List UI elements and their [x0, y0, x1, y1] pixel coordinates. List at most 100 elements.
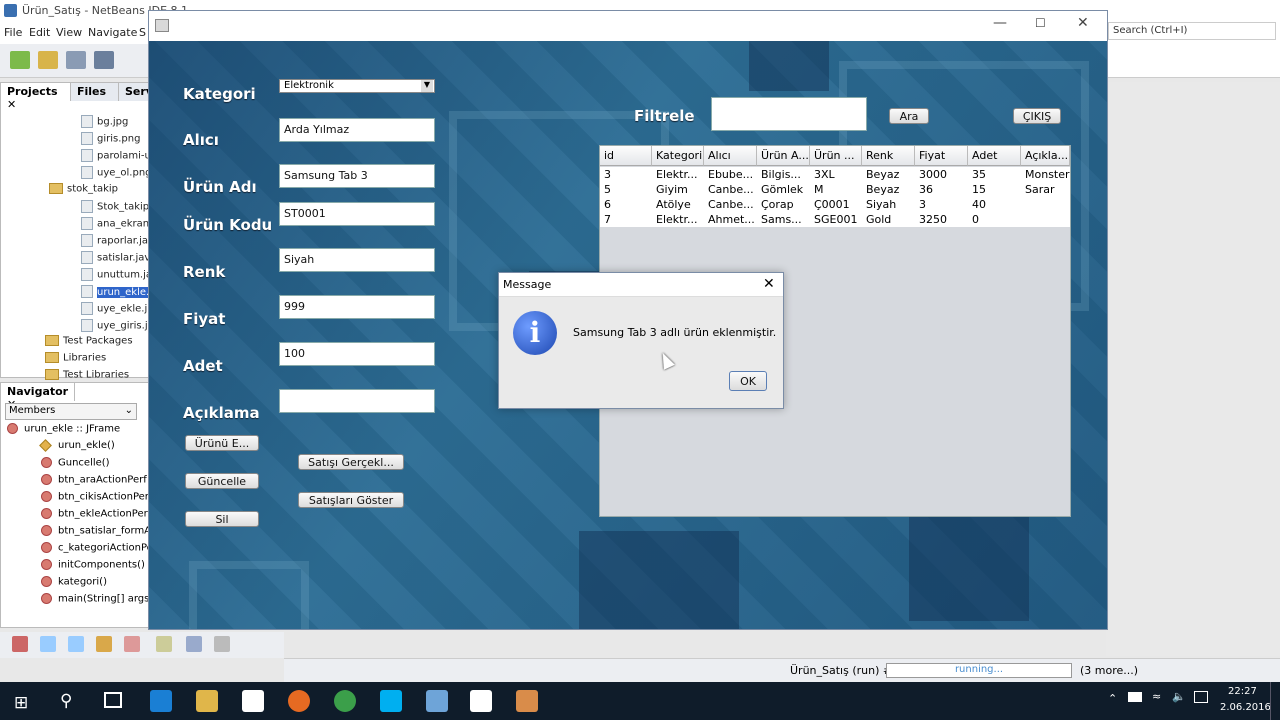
inherited-icon[interactable]	[124, 636, 140, 652]
table-cell[interactable]: 36	[915, 182, 968, 197]
satisi-gerceklestir-button[interactable]: Satışı Gerçekl...	[298, 454, 404, 470]
navigator-item[interactable]: c_kategoriActionPe	[41, 542, 153, 559]
tree-item[interactable]: bg.jpg	[81, 115, 128, 132]
table-cell[interactable]: Bilgis...	[757, 167, 810, 182]
table-cell[interactable]: 15	[968, 182, 1021, 197]
urun-adi-input[interactable]: Samsung Tab 3	[279, 164, 435, 188]
table-cell[interactable]: M	[810, 182, 862, 197]
close-icon[interactable]: ✕	[7, 98, 16, 111]
menu-file[interactable]: File	[4, 26, 22, 39]
navigator-item[interactable]: kategori()	[41, 576, 107, 593]
navigator-item[interactable]: main(String[] args)	[41, 593, 153, 610]
table-cell[interactable]: Elektr...	[652, 212, 704, 227]
menu-edit[interactable]: Edit	[29, 26, 50, 39]
navigator-item[interactable]: btn_cikisActionPer	[41, 491, 149, 508]
tab-files[interactable]: Files	[71, 83, 119, 101]
urunu-ekle-button[interactable]: Ürünü E...	[185, 435, 259, 451]
battery-icon[interactable]	[1128, 692, 1142, 702]
firefox-icon[interactable]	[288, 690, 310, 712]
tree-item[interactable]: uye_ol.png	[81, 166, 152, 183]
table-cell[interactable]: Sams...	[757, 212, 810, 227]
navigator-item[interactable]: Guncelle()	[41, 457, 110, 474]
table-cell[interactable]: Gold	[862, 212, 915, 227]
table-cell[interactable]: 3	[600, 167, 652, 182]
sort-alpha-icon[interactable]	[186, 636, 202, 652]
table-cell[interactable]: Ahmet...	[704, 212, 757, 227]
tree-item[interactable]: Stok_takip	[81, 200, 149, 217]
table-cell[interactable]: 3XL	[810, 167, 862, 182]
table-column-header[interactable]: Renk	[862, 146, 915, 166]
tree-item[interactable]: ana_ekran	[81, 217, 149, 234]
camtasia-icon[interactable]	[470, 690, 492, 712]
table-column-header[interactable]: Açıkla...	[1021, 146, 1070, 166]
volume-icon[interactable]: 🔈	[1172, 690, 1186, 703]
aciklama-input[interactable]	[279, 389, 435, 413]
tree-item[interactable]: uye_ekle.j	[81, 302, 147, 319]
navigator-item[interactable]: btn_araActionPerf	[41, 474, 147, 491]
table-cell[interactable]: 5	[600, 182, 652, 197]
fiyat-input[interactable]: 999	[279, 295, 435, 319]
sil-button[interactable]: Sil	[185, 511, 259, 527]
guncelle-button[interactable]: Güncelle	[185, 473, 259, 489]
edge-icon[interactable]	[150, 690, 172, 712]
app-minimize-icon[interactable]: —	[993, 15, 1007, 31]
filtrele-input[interactable]	[711, 97, 867, 131]
table-column-header[interactable]: id	[600, 146, 652, 166]
table-cell[interactable]: 35	[968, 167, 1021, 182]
filter-fields-icon[interactable]	[40, 636, 56, 652]
menu-view[interactable]: View	[56, 26, 82, 39]
more-tasks-link[interactable]: (3 more...)	[1080, 664, 1138, 677]
table-column-header[interactable]: Ürün ...	[810, 146, 862, 166]
tree-item[interactable]: unuttum.ja	[81, 268, 152, 285]
new-file-icon[interactable]	[10, 51, 30, 69]
navigator-item[interactable]: btn_ekleActionPer	[41, 508, 148, 525]
app-close-icon[interactable]: ✕	[1077, 15, 1089, 31]
filter-icon[interactable]	[12, 636, 28, 652]
table-cell[interactable]	[1021, 197, 1070, 212]
renk-input[interactable]: Siyah	[279, 248, 435, 272]
tree-item[interactable]: stok_takip	[49, 183, 118, 200]
cikis-button[interactable]: ÇIKIŞ	[1013, 108, 1061, 124]
table-cell[interactable]: Canbe...	[704, 197, 757, 212]
java-taskbar-icon[interactable]	[516, 690, 538, 712]
sort-source-icon[interactable]	[214, 636, 230, 652]
satilanlari-goster-button[interactable]: Satışları Göster	[298, 492, 404, 508]
chevron-up-icon[interactable]: ⌃	[1108, 692, 1117, 705]
table-cell[interactable]: 3	[915, 197, 968, 212]
tree-item[interactable]: parolami-u	[81, 149, 151, 166]
table-cell[interactable]: Beyaz	[862, 182, 915, 197]
clock-time[interactable]: 22:27	[1228, 686, 1257, 697]
wifi-icon[interactable]: ≈	[1152, 690, 1161, 703]
dialog-close-icon[interactable]: ✕	[763, 276, 775, 292]
open-project-icon[interactable]	[66, 51, 86, 69]
table-column-header[interactable]: Ürün A...	[757, 146, 810, 166]
navigator-item[interactable]: urun_ekle :: JFrame	[7, 423, 120, 440]
menu-navigate[interactable]: Navigate	[88, 26, 137, 39]
table-column-header[interactable]: Alıcı	[704, 146, 757, 166]
table-cell[interactable]	[1021, 212, 1070, 227]
table-cell[interactable]: Çorap	[757, 197, 810, 212]
tree-item[interactable]: urun_ekle.	[81, 285, 150, 302]
table-column-header[interactable]: Kategori	[652, 146, 704, 166]
windows-start-icon[interactable]: ⊞	[14, 693, 28, 713]
navigator-item[interactable]: urun_ekle()	[39, 438, 115, 457]
sort-icon[interactable]	[156, 636, 172, 652]
tab-services[interactable]: Serv	[119, 83, 153, 101]
urun-kodu-input[interactable]: ST0001	[279, 202, 435, 226]
navigator-item[interactable]: btn_satislar_formA	[41, 525, 151, 542]
tree-item[interactable]: uye_giris.j	[81, 319, 148, 336]
table-cell[interactable]: Canbe...	[704, 182, 757, 197]
lock-icon[interactable]	[96, 636, 112, 652]
table-cell[interactable]: Atölye	[652, 197, 704, 212]
table-cell[interactable]: 3000	[915, 167, 968, 182]
clock-date[interactable]: 2.06.2016	[1220, 702, 1271, 713]
table-cell[interactable]: Beyaz	[862, 167, 915, 182]
tab-projects[interactable]: Projects ✕	[1, 83, 71, 111]
navigator-filter-select[interactable]: Members ⌄	[5, 403, 137, 420]
kategori-combobox[interactable]: Elektronik ▼	[279, 79, 435, 93]
new-project-icon[interactable]	[38, 51, 58, 69]
tree-item[interactable]: Test Packages	[45, 335, 133, 352]
table-cell[interactable]: Monster	[1021, 167, 1070, 182]
ok-button[interactable]: OK	[729, 371, 767, 391]
chrome-icon[interactable]	[334, 690, 356, 712]
